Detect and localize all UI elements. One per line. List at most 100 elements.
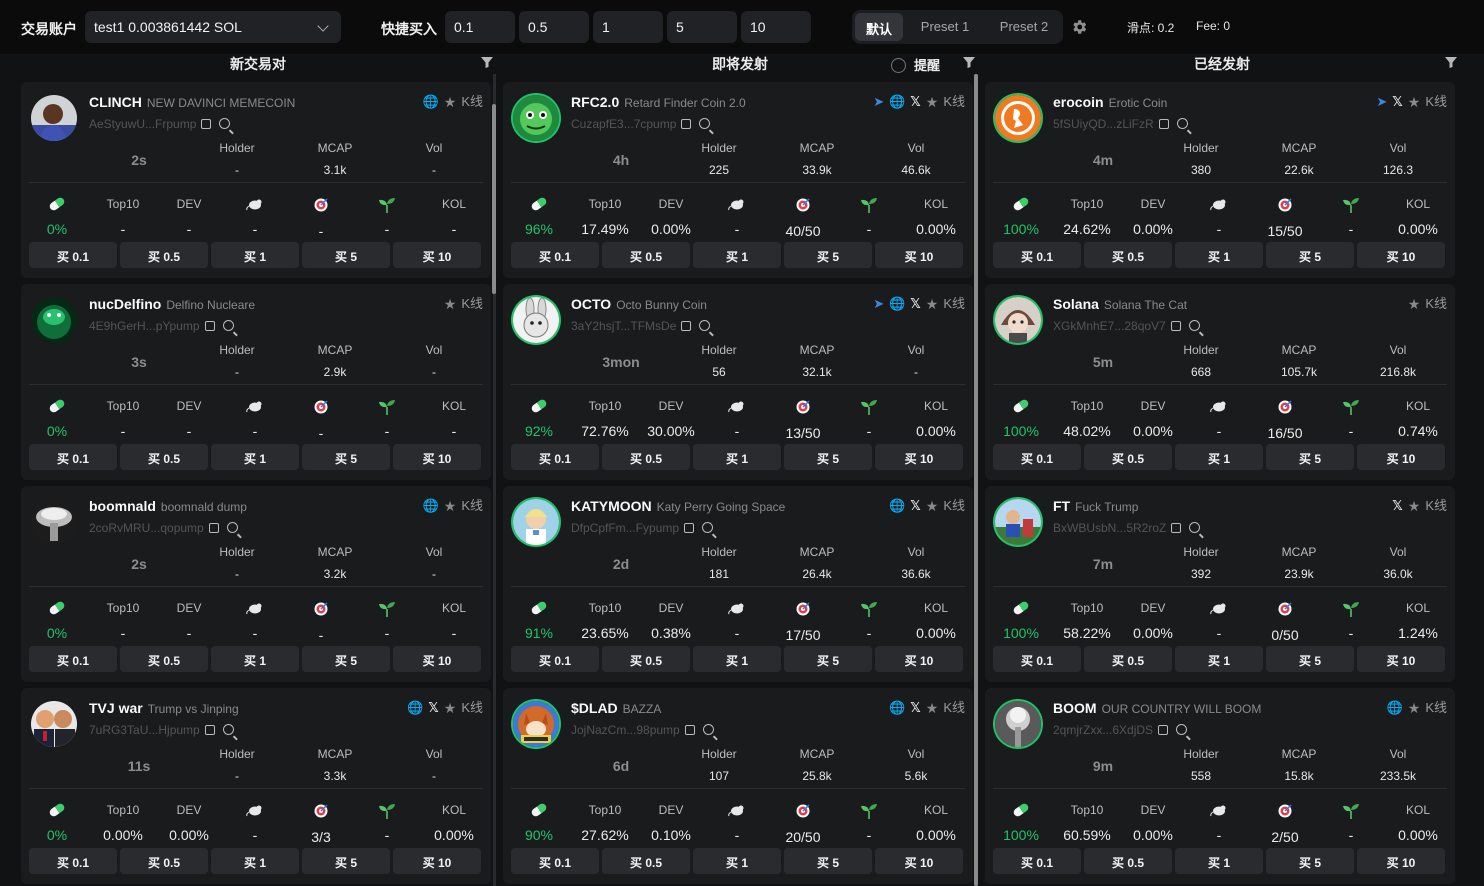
website-icon[interactable]: 🌐 bbox=[889, 700, 905, 716]
buy-button[interactable]: 买 10 bbox=[875, 848, 963, 874]
token-avatar[interactable] bbox=[513, 499, 559, 545]
token-card[interactable]: erocoin Erotic Coin 5fSUiyQD...zLiFzR ➤ 𝕏 ★ K线… bbox=[985, 82, 1455, 278]
kline-link[interactable]: K线 bbox=[461, 296, 483, 312]
buy-button[interactable]: 买 10 bbox=[393, 242, 481, 268]
buy-button[interactable]: 买 1 bbox=[693, 848, 781, 874]
buy-button[interactable]: 买 1 bbox=[693, 646, 781, 672]
token-title[interactable]: FT Fuck Trump bbox=[1053, 498, 1138, 514]
star-icon[interactable]: ★ bbox=[926, 296, 939, 312]
website-icon[interactable]: 🌐 bbox=[423, 94, 439, 110]
buy-button[interactable]: 买 5 bbox=[784, 242, 872, 268]
token-card[interactable]: KATYMOON Katy Perry Going Space DfpCpfFm..… bbox=[503, 486, 973, 682]
star-icon[interactable]: ★ bbox=[1408, 296, 1421, 312]
token-card[interactable]: $DLAD BAZZA JojNazCm...98pump 🌐 𝕏 ★ K线 6d Holder… bbox=[503, 688, 973, 884]
buy-button[interactable]: 买 5 bbox=[302, 646, 390, 672]
token-title[interactable]: Solana Solana The Cat bbox=[1053, 296, 1187, 312]
buy-button[interactable]: 买 0.1 bbox=[993, 242, 1081, 268]
buy-button[interactable]: 买 0.5 bbox=[602, 242, 690, 268]
token-avatar[interactable] bbox=[995, 499, 1041, 545]
buy-button[interactable]: 买 1 bbox=[211, 848, 299, 874]
buy-button[interactable]: 买 0.5 bbox=[120, 848, 208, 874]
buy-button[interactable]: 买 0.1 bbox=[29, 444, 117, 470]
kline-link[interactable]: K线 bbox=[461, 498, 483, 514]
token-card[interactable]: OCTO Octo Bunny Coin 3aY2hsjT...TFMsDe ➤ 🌐 𝕏 ★… bbox=[503, 284, 973, 480]
search-icon[interactable] bbox=[699, 118, 711, 129]
buy-button[interactable]: 买 5 bbox=[302, 242, 390, 268]
star-icon[interactable]: ★ bbox=[1408, 498, 1421, 514]
copy-icon[interactable] bbox=[681, 119, 692, 129]
buy-button[interactable]: 买 5 bbox=[1266, 848, 1354, 874]
buy-button[interactable]: 买 1 bbox=[1175, 242, 1263, 268]
buy-button[interactable]: 买 1 bbox=[1175, 646, 1263, 672]
copy-icon[interactable] bbox=[201, 119, 212, 129]
token-avatar[interactable] bbox=[31, 701, 77, 747]
buy-button[interactable]: 买 5 bbox=[302, 848, 390, 874]
buy-button[interactable]: 买 1 bbox=[693, 242, 781, 268]
token-title[interactable]: KATYMOON Katy Perry Going Space bbox=[571, 498, 785, 514]
buy-button[interactable]: 买 10 bbox=[875, 242, 963, 268]
buy-button[interactable]: 买 5 bbox=[1266, 444, 1354, 470]
token-title[interactable]: nucDelfino Delfino Nucleare bbox=[89, 296, 255, 312]
tab-preset-2[interactable]: Preset 2 bbox=[988, 13, 1060, 41]
token-avatar[interactable] bbox=[513, 701, 559, 747]
token-avatar[interactable] bbox=[31, 499, 77, 545]
token-title[interactable]: erocoin Erotic Coin bbox=[1053, 94, 1167, 110]
buy-button[interactable]: 买 5 bbox=[784, 848, 872, 874]
buy-button[interactable]: 买 10 bbox=[393, 848, 481, 874]
search-icon[interactable] bbox=[1176, 724, 1188, 735]
tab-preset-default[interactable]: 默认 bbox=[855, 13, 903, 41]
gear-icon[interactable] bbox=[1070, 18, 1088, 36]
token-title[interactable]: BOOM OUR COUNTRY WILL BOOM bbox=[1053, 700, 1261, 716]
buy-button[interactable]: 买 0.5 bbox=[120, 444, 208, 470]
buy-button[interactable]: 买 0.1 bbox=[29, 848, 117, 874]
buy-button[interactable]: 买 0.1 bbox=[993, 444, 1081, 470]
token-title[interactable]: $DLAD BAZZA bbox=[571, 700, 661, 716]
buy-button[interactable]: 买 5 bbox=[1266, 242, 1354, 268]
copy-icon[interactable] bbox=[1158, 119, 1169, 129]
search-icon[interactable] bbox=[219, 118, 231, 129]
star-icon[interactable]: ★ bbox=[444, 94, 457, 110]
filter-icon[interactable] bbox=[963, 56, 975, 68]
buy-button[interactable]: 买 1 bbox=[1175, 444, 1263, 470]
buy-button[interactable]: 买 0.1 bbox=[511, 444, 599, 470]
token-title[interactable]: boomnald boomnald dump bbox=[89, 498, 247, 514]
buy-button[interactable]: 买 10 bbox=[1357, 444, 1445, 470]
copy-icon[interactable] bbox=[208, 523, 219, 533]
buy-button[interactable]: 买 0.1 bbox=[29, 242, 117, 268]
token-card[interactable]: FT Fuck Trump BxWBUsbN...5R2roZ 𝕏 ★ K线 7m Holde… bbox=[985, 486, 1455, 682]
buy-button[interactable]: 买 10 bbox=[393, 646, 481, 672]
token-card[interactable]: RFC2.0 Retard Finder Coin 2.0 CuzapfE3...7… bbox=[503, 82, 973, 278]
buy-button[interactable]: 买 0.5 bbox=[120, 242, 208, 268]
copy-icon[interactable] bbox=[684, 523, 695, 533]
quick-buy-amount-input[interactable]: 0.1 bbox=[445, 11, 515, 43]
token-card[interactable]: CLINCH NEW DAVINCI MEMECOIN AeStyuwU...Frp… bbox=[21, 82, 491, 278]
search-icon[interactable] bbox=[226, 522, 238, 533]
website-icon[interactable]: 🌐 bbox=[407, 700, 423, 716]
search-icon[interactable] bbox=[1176, 118, 1188, 129]
token-avatar[interactable] bbox=[995, 297, 1041, 343]
star-icon[interactable]: ★ bbox=[444, 700, 457, 716]
scrollbar-thumb[interactable] bbox=[974, 74, 978, 886]
token-title[interactable]: TVJ war Trump vs Jinping bbox=[89, 700, 239, 716]
quick-buy-amount-input[interactable]: 1 bbox=[593, 11, 663, 43]
copy-icon[interactable] bbox=[681, 321, 692, 331]
buy-button[interactable]: 买 10 bbox=[1357, 646, 1445, 672]
buy-button[interactable]: 买 0.5 bbox=[120, 646, 208, 672]
buy-button[interactable]: 买 1 bbox=[693, 444, 781, 470]
website-icon[interactable]: 🌐 bbox=[889, 94, 905, 110]
token-card[interactable]: nucDelfino Delfino Nucleare 4E9hGerH...pYp… bbox=[21, 284, 491, 480]
token-avatar[interactable] bbox=[513, 297, 559, 343]
kline-link[interactable]: K线 bbox=[1425, 94, 1447, 110]
x-twitter-icon[interactable]: 𝕏 bbox=[910, 94, 920, 110]
token-avatar[interactable] bbox=[995, 95, 1041, 141]
telegram-icon[interactable]: ➤ bbox=[873, 94, 884, 110]
copy-icon[interactable] bbox=[204, 725, 215, 735]
remind-checkbox[interactable] bbox=[891, 58, 906, 73]
kline-link[interactable]: K线 bbox=[943, 296, 965, 312]
star-icon[interactable]: ★ bbox=[1408, 700, 1421, 716]
buy-button[interactable]: 买 1 bbox=[211, 646, 299, 672]
x-twitter-icon[interactable]: 𝕏 bbox=[910, 700, 920, 716]
token-card[interactable]: BOOM OUR COUNTRY WILL BOOM 2qmjrZxx...6Xdj… bbox=[985, 688, 1455, 884]
website-icon[interactable]: 🌐 bbox=[423, 498, 439, 514]
buy-button[interactable]: 买 10 bbox=[1357, 848, 1445, 874]
